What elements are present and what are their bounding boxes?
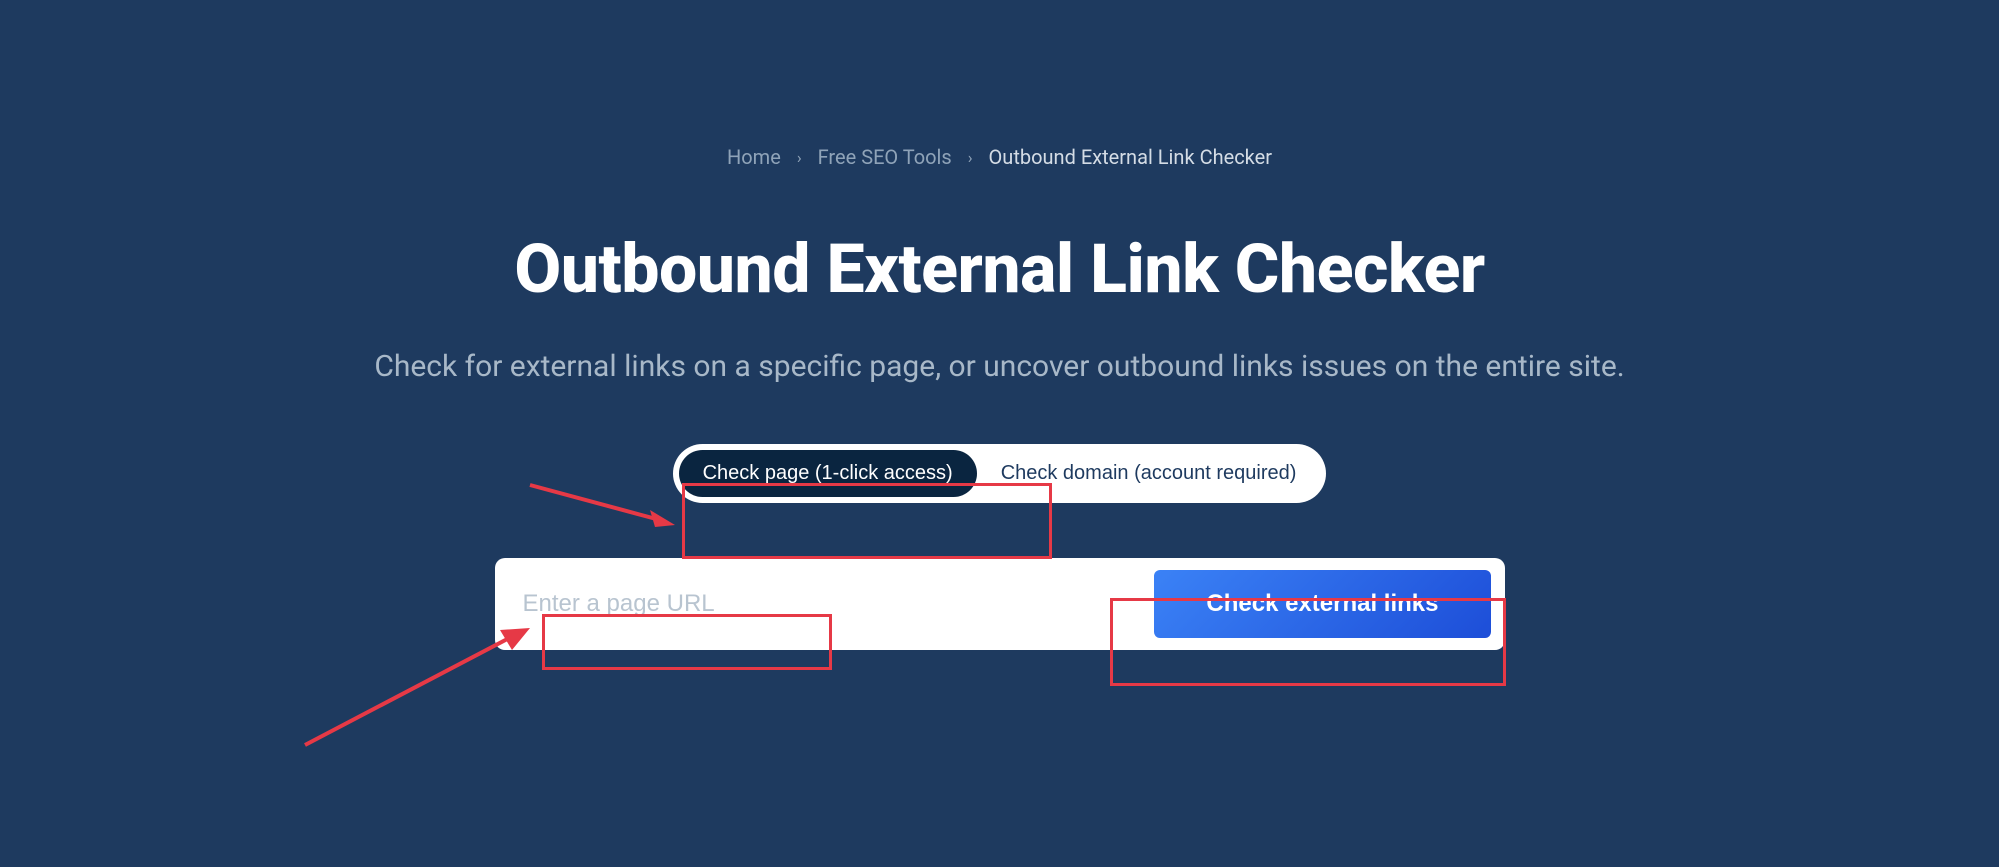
url-input[interactable] [523, 580, 1135, 628]
breadcrumb-tools[interactable]: Free SEO Tools [818, 145, 952, 169]
chevron-right-icon: › [797, 148, 802, 167]
mode-tabs: Check page (1-click access) Check domain… [673, 444, 1327, 503]
breadcrumb-current: Outbound External Link Checker [989, 145, 1272, 169]
tab-check-domain[interactable]: Check domain (account required) [977, 450, 1321, 497]
page-title: Outbound External Link Checker [220, 229, 1780, 309]
chevron-right-icon: › [968, 148, 973, 167]
breadcrumb: Home › Free SEO Tools › Outbound Externa… [220, 145, 1780, 169]
page-subtitle: Check for external links on a specific p… [220, 349, 1780, 384]
breadcrumb-home[interactable]: Home [727, 145, 781, 169]
tab-check-page[interactable]: Check page (1-click access) [679, 450, 977, 497]
search-container: Check external links [495, 558, 1505, 650]
check-button[interactable]: Check external links [1154, 570, 1490, 638]
